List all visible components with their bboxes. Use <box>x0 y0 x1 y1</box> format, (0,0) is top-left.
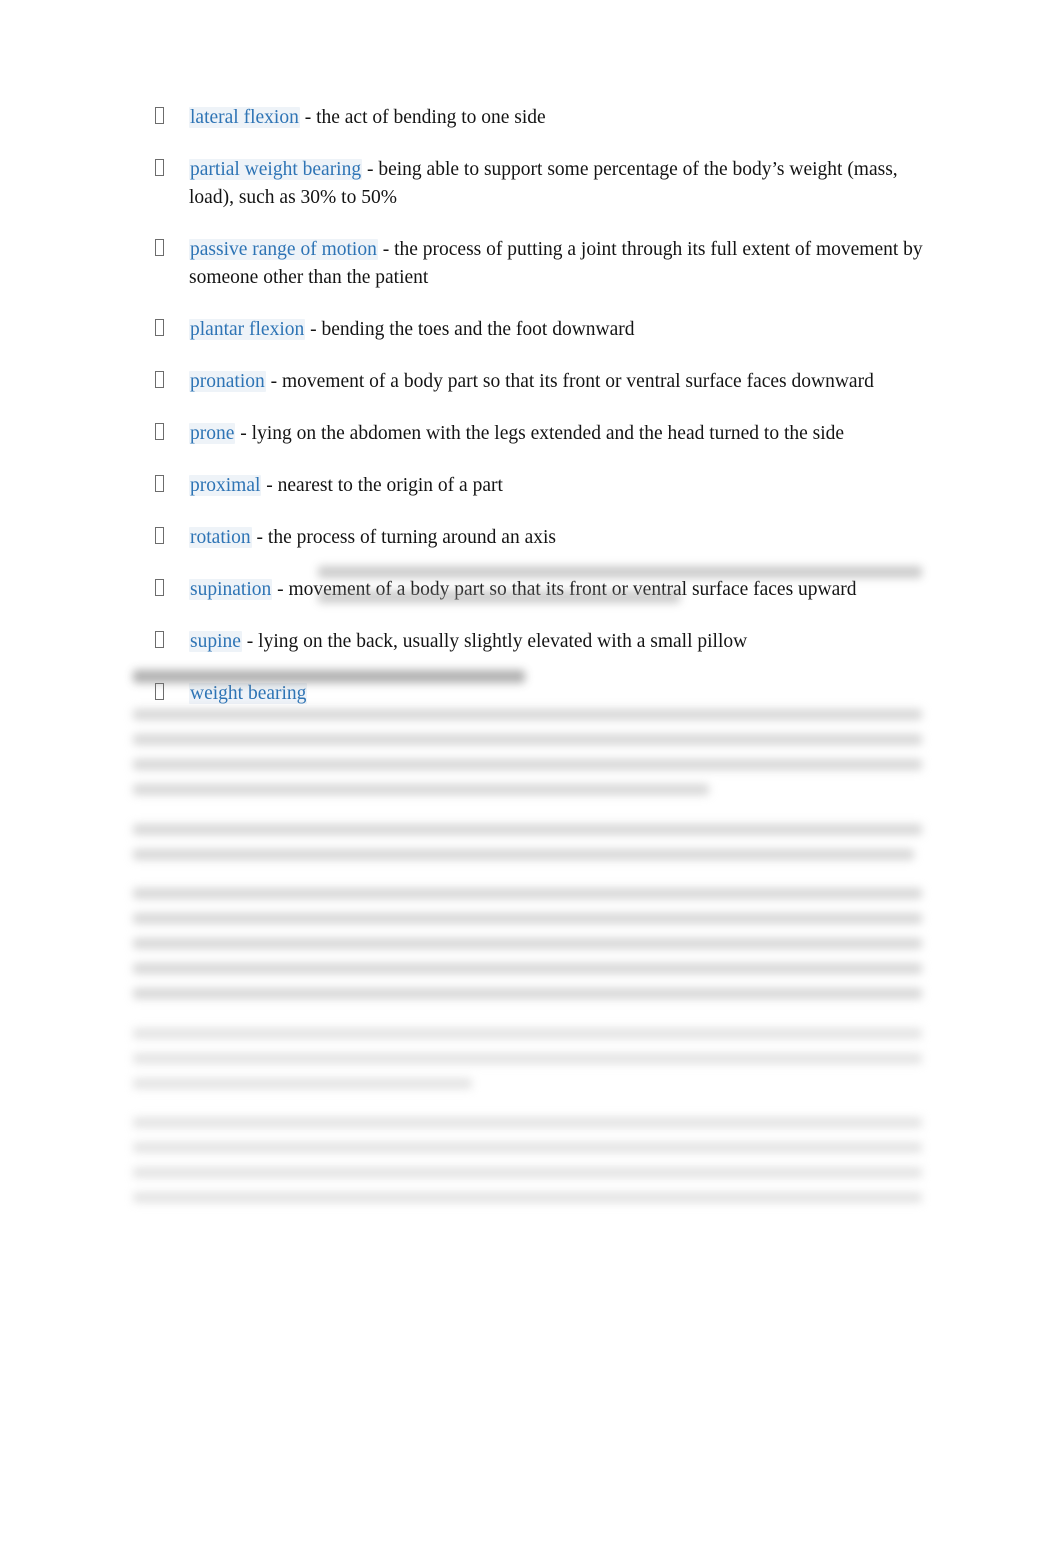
glossary-term: rotation <box>189 527 252 548</box>
redacted-line <box>133 913 922 924</box>
list-item: lateral flexion - the act of bending to … <box>133 104 923 132</box>
redacted-line <box>133 1028 922 1039</box>
redacted-line <box>133 824 922 835</box>
glossary-term: passive range of motion <box>189 239 378 260</box>
glossary-term: weight bearing <box>189 683 308 704</box>
glossary-term: pronation <box>189 371 266 392</box>
bullet-icon <box>155 631 164 648</box>
redacted-line <box>133 1117 922 1128</box>
glossary-definition: - movement of a body part so that its fr… <box>272 579 857 600</box>
document-page: lateral flexion - the act of bending to … <box>0 0 1062 1561</box>
redacted-line <box>133 849 915 860</box>
redacted-line <box>133 1167 922 1178</box>
bullet-icon <box>155 475 164 492</box>
list-item: supine - lying on the back, usually slig… <box>133 628 923 656</box>
redacted-paragraph <box>133 1117 922 1217</box>
list-item: proximal - nearest to the origin of a pa… <box>133 472 923 500</box>
redacted-line <box>133 988 922 999</box>
glossary-definition: - the act of bending to one side <box>299 107 546 128</box>
bullet-icon <box>155 107 164 124</box>
bullet-icon <box>155 683 164 700</box>
bullet-icon <box>155 239 164 256</box>
redacted-line <box>133 784 709 795</box>
redacted-paragraph <box>133 709 922 809</box>
glossary-term: partial weight bearing <box>189 159 363 180</box>
document-content: lateral flexion - the act of bending to … <box>133 104 923 708</box>
redacted-paragraph <box>133 824 922 874</box>
redacted-line <box>133 1192 922 1203</box>
list-item: pronation - movement of a body part so t… <box>133 368 923 396</box>
glossary-definition: - movement of a body part so that its fr… <box>265 371 874 392</box>
redacted-line <box>133 938 922 949</box>
redacted-line <box>133 888 922 899</box>
glossary-list: lateral flexion - the act of bending to … <box>133 104 923 708</box>
list-item: partial weight bearing - being able to s… <box>133 156 923 212</box>
list-item: rotation - the process of turning around… <box>133 524 923 552</box>
bullet-icon <box>155 579 164 596</box>
redacted-paragraph <box>133 888 922 1013</box>
glossary-term: prone <box>189 423 236 444</box>
list-item: prone - lying on the abdomen with the le… <box>133 420 923 448</box>
bullet-icon <box>155 319 164 336</box>
redacted-paragraph <box>133 1028 922 1103</box>
glossary-term: plantar flexion <box>189 319 306 340</box>
bullet-icon <box>155 371 164 388</box>
redacted-line <box>133 734 922 745</box>
glossary-definition: - nearest to the origin of a part <box>261 475 503 496</box>
redacted-line <box>133 963 922 974</box>
list-item: weight bearing <box>133 680 923 708</box>
redacted-line <box>133 1142 922 1153</box>
glossary-term: supine <box>189 631 242 652</box>
bullet-icon <box>155 527 164 544</box>
redacted-line <box>133 1078 473 1089</box>
glossary-definition: - lying on the abdomen with the legs ext… <box>235 423 845 444</box>
glossary-definition: - the process of turning around an axis <box>251 527 556 548</box>
list-item: passive range of motion - the process of… <box>133 236 923 292</box>
list-item: plantar flexion - bending the toes and t… <box>133 316 923 344</box>
bullet-icon <box>155 423 164 440</box>
glossary-term: proximal <box>189 475 262 496</box>
glossary-definition: - bending the toes and the foot downward <box>305 319 635 340</box>
redacted-line <box>133 709 922 720</box>
glossary-definition: - lying on the back, usually slightly el… <box>241 631 748 652</box>
bullet-icon <box>155 159 164 176</box>
redacted-line <box>133 759 922 770</box>
redacted-line <box>133 1053 922 1064</box>
glossary-term: lateral flexion <box>189 107 300 128</box>
list-item: supination - movement of a body part so … <box>133 576 923 604</box>
glossary-term: supination <box>189 579 273 600</box>
